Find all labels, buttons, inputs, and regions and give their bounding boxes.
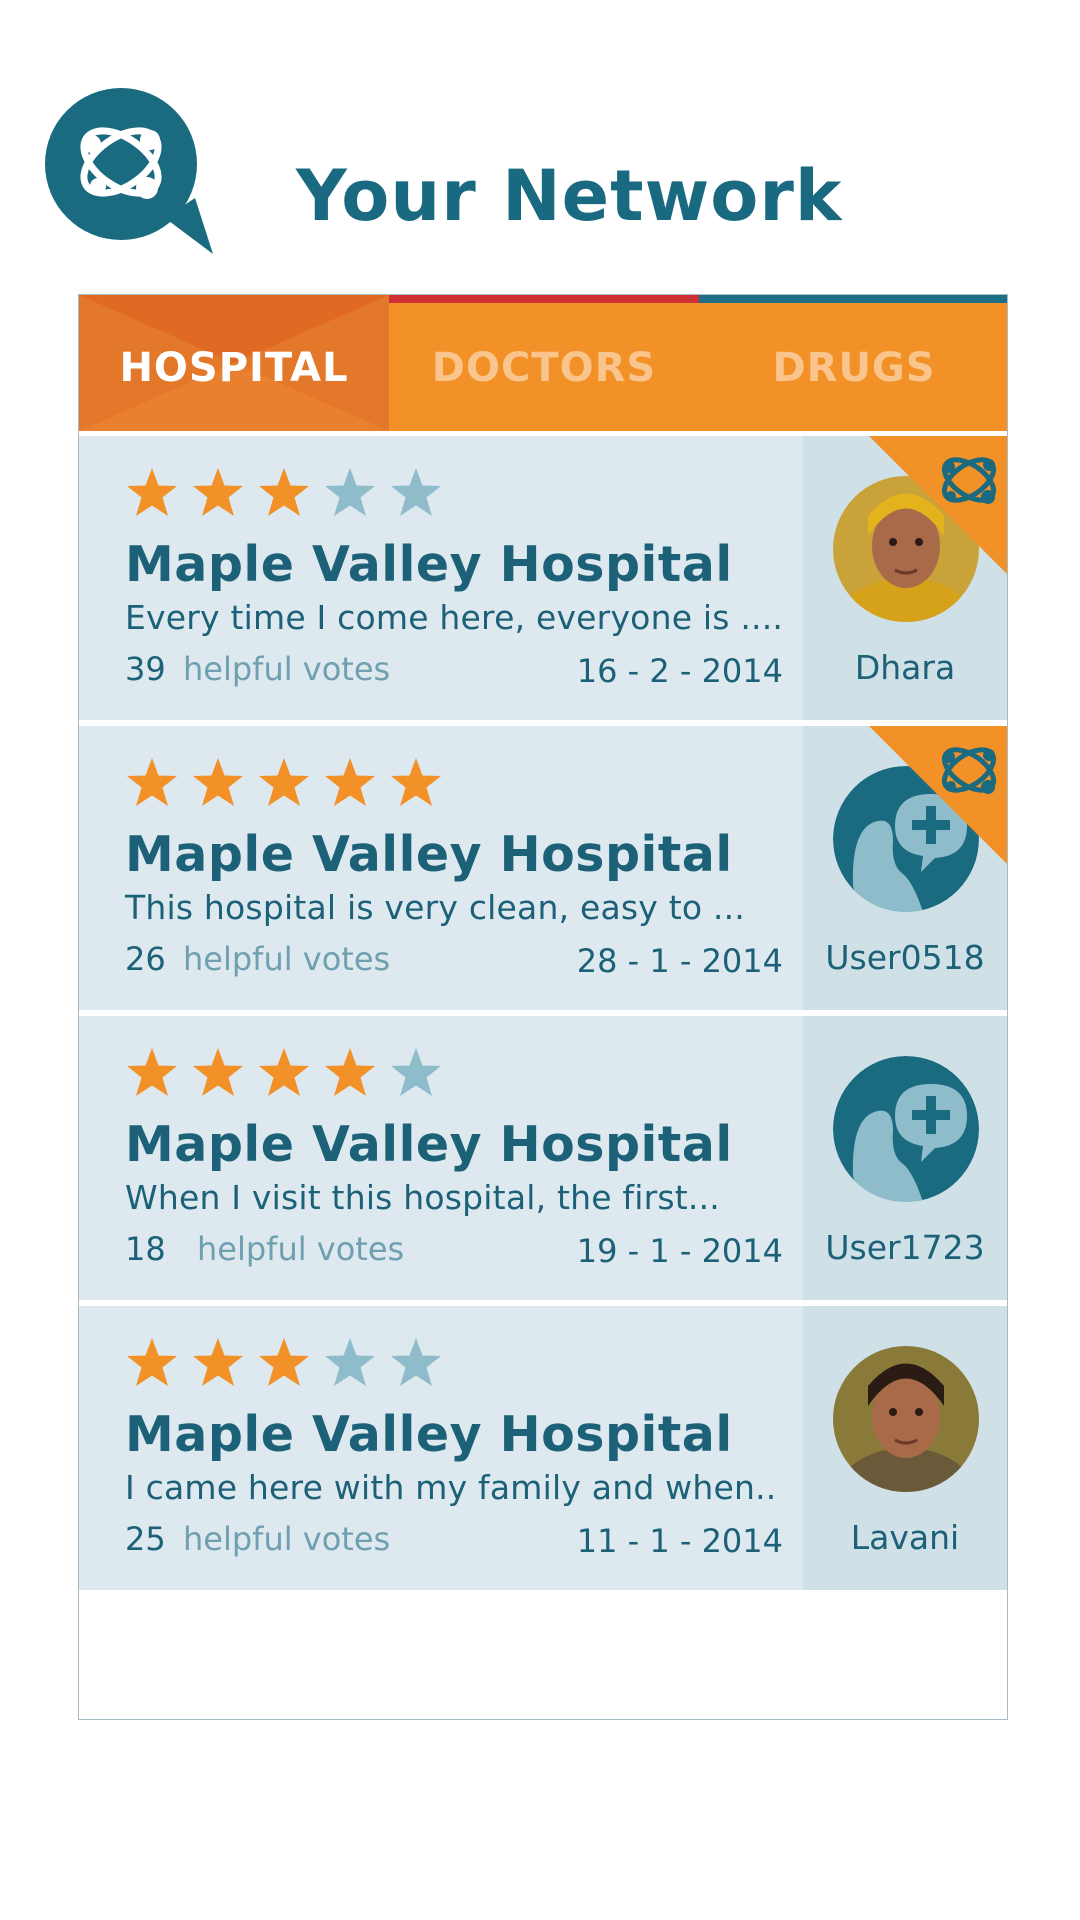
helpful-votes-label: helpful votes	[197, 1230, 405, 1268]
hospital-name[interactable]: Maple Valley Hospital	[125, 826, 733, 883]
star-empty-icon	[391, 1338, 441, 1386]
review-date: 19 - 1 - 2014	[576, 1232, 783, 1270]
review-item[interactable]: Maple Valley Hospital When I visit this …	[79, 1016, 1007, 1300]
star-filled-icon	[259, 758, 309, 806]
rating-stars	[125, 756, 443, 810]
star-filled-icon	[127, 1338, 177, 1386]
user-avatar-photo[interactable]	[833, 1346, 979, 1492]
helpful-votes-count: 18	[125, 1230, 166, 1268]
star-filled-icon	[259, 1048, 309, 1096]
star-empty-icon	[325, 468, 375, 516]
tab-bar: HOSPITAL DOCTORS DRUGS	[79, 295, 1007, 431]
star-filled-icon	[127, 758, 177, 806]
review-date: 11 - 1 - 2014	[576, 1522, 783, 1560]
hospital-name[interactable]: Maple Valley Hospital	[125, 536, 733, 593]
tab-drugs[interactable]: DRUGS	[699, 295, 1007, 431]
helpful-votes-count: 26	[125, 940, 166, 978]
star-filled-icon	[259, 468, 309, 516]
page-title: Your Network	[296, 155, 843, 237]
star-empty-icon	[391, 1048, 441, 1096]
review-list: Maple Valley Hospital Every time I come …	[79, 436, 1007, 1596]
star-filled-icon	[127, 468, 177, 516]
review-item[interactable]: Maple Valley Hospital This hospital is v…	[79, 726, 1007, 1010]
review-date: 16 - 2 - 2014	[576, 652, 783, 690]
reviewer-name[interactable]: Lavani	[803, 1518, 1007, 1557]
reviewer-name[interactable]: User1723	[803, 1228, 1007, 1267]
star-empty-icon	[391, 468, 441, 516]
star-empty-icon	[325, 1338, 375, 1386]
star-filled-icon	[193, 1048, 243, 1096]
reviewer-name[interactable]: Dhara	[803, 648, 1007, 687]
star-filled-icon	[193, 468, 243, 516]
helpful-votes-label: helpful votes	[183, 940, 391, 978]
tab-hospital[interactable]: HOSPITAL	[79, 295, 389, 431]
review-snippet: This hospital is very clean, easy to ...	[125, 888, 745, 927]
star-filled-icon	[127, 1048, 177, 1096]
review-snippet: I came here with my family and when..	[125, 1468, 777, 1507]
review-item[interactable]: Maple Valley Hospital Every time I come …	[79, 436, 1007, 720]
rating-stars	[125, 1336, 443, 1390]
network-badge-icon	[869, 726, 1007, 864]
helpful-votes-label: helpful votes	[183, 1520, 391, 1558]
review-snippet: Every time I come here, everyone is ....	[125, 598, 784, 637]
helpful-votes-count: 39	[125, 650, 166, 688]
star-filled-icon	[193, 1338, 243, 1386]
star-filled-icon	[325, 1048, 375, 1096]
review-snippet: When I visit this hospital, the first...	[125, 1178, 720, 1217]
star-filled-icon	[259, 1338, 309, 1386]
helpful-votes-label: helpful votes	[183, 650, 391, 688]
star-filled-icon	[391, 758, 441, 806]
star-filled-icon	[193, 758, 243, 806]
hospital-name[interactable]: Maple Valley Hospital	[125, 1406, 733, 1463]
star-filled-icon	[325, 758, 375, 806]
rating-stars	[125, 466, 443, 520]
network-badge-icon	[869, 436, 1007, 574]
review-date: 28 - 1 - 2014	[576, 942, 783, 980]
tab-doctors[interactable]: DOCTORS	[389, 295, 699, 431]
rating-stars	[125, 1046, 443, 1100]
reviewer-name[interactable]: User0518	[803, 938, 1007, 977]
helpful-votes-count: 25	[125, 1520, 166, 1558]
review-item[interactable]: Maple Valley Hospital I came here with m…	[79, 1306, 1007, 1590]
network-logo-icon	[45, 88, 215, 256]
hospital-name[interactable]: Maple Valley Hospital	[125, 1116, 733, 1173]
reviews-card: HOSPITAL DOCTORS DRUGS Maple Valley Hosp…	[78, 294, 1008, 1720]
default-user-avatar-icon[interactable]	[833, 1056, 979, 1202]
